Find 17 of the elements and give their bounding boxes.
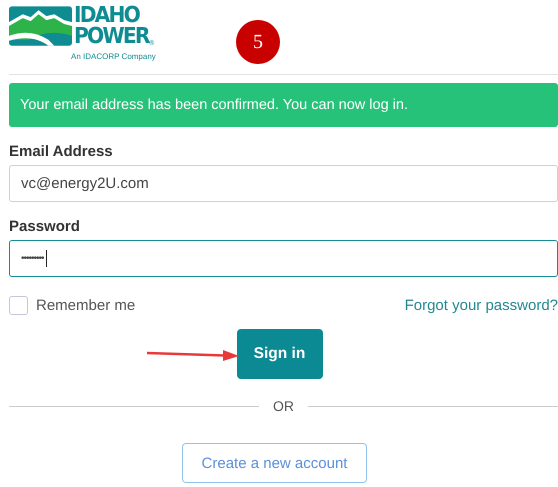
input-field[interactable]: ••••••••• [9, 240, 558, 277]
mountain-logo-icon [9, 5, 72, 47]
step-badge: 5 [236, 20, 280, 64]
input-field[interactable]: vc@energy2U.com [9, 165, 558, 202]
checkbox[interactable] [9, 296, 28, 315]
sign-in-button[interactable]: Sign in [236, 329, 322, 379]
field-label: Password [9, 218, 81, 235]
checkbox-label: Remember me [36, 297, 136, 314]
logo-text: IDAHO [74, 5, 140, 26]
create-account-button[interactable]: Create a new account [182, 443, 367, 483]
logo-tagline: An IDACORP Company [71, 52, 157, 61]
field-label: Email Address [9, 143, 114, 160]
forgot-password-link[interactable]: Forgot your password? [404, 297, 558, 314]
divider-label: OR [273, 398, 294, 414]
logo-text: POWER [74, 26, 149, 47]
arrow-icon [147, 349, 239, 361]
success-alert: Your email address has been confirmed. You can now log in. [9, 83, 558, 127]
